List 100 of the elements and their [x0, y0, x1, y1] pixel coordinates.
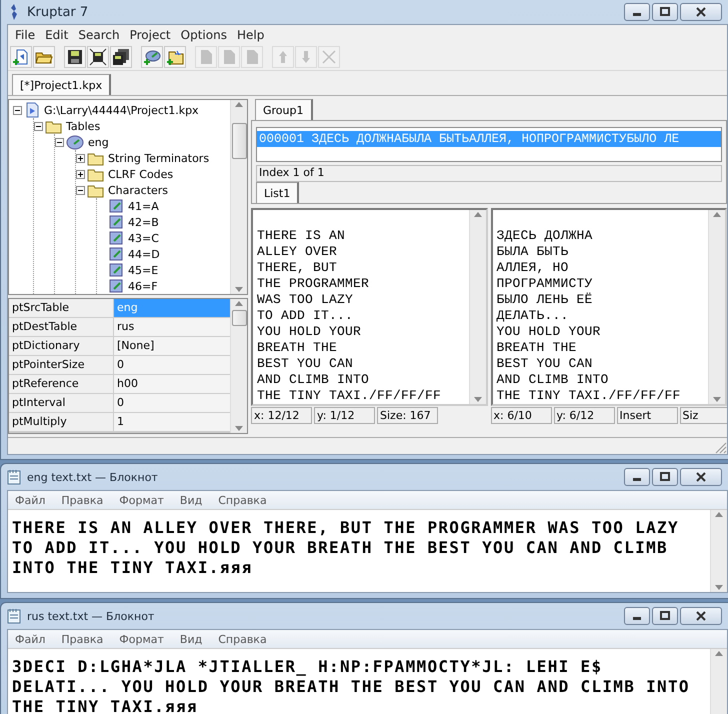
property-name: ptDictionary [9, 337, 113, 355]
property-value[interactable]: rus [114, 318, 230, 336]
maximize-button[interactable] [652, 3, 678, 21]
menu-item[interactable]: Вид [176, 494, 206, 506]
text-editor[interactable]: THERE IS AN ALLEY OVER THERE, BUT THE PROGRAMMER WAS TOO LAZY TO ADD IT... YOU HOLD YOUR BREATH THE BEST YOU CAN AND CLIMB INTO THE TINY TAXI./FF/FF/FF [251, 208, 488, 406]
character-icon [108, 246, 124, 262]
toolbar-button[interactable] [64, 46, 86, 68]
close-button[interactable] [680, 468, 722, 486]
menu-item[interactable]: Формат [116, 632, 167, 646]
group-tab[interactable]: Group1 [255, 99, 312, 120]
toolbar-button[interactable] [141, 46, 163, 68]
expander-icon[interactable] [76, 170, 85, 178]
scrollbar[interactable] [710, 649, 727, 714]
expander-icon[interactable] [55, 138, 64, 146]
text-line: 3DECI D:LGHA*JLA *JTIALLER_ H:NP:FPAMMOCTY*JL: LEHI E$ [12, 657, 604, 677]
folder-icon [87, 182, 104, 198]
table-plus-icon [143, 48, 161, 66]
property-value[interactable]: [None] [114, 337, 230, 355]
scroll-up-icon[interactable] [474, 212, 482, 217]
expander-icon[interactable] [76, 154, 85, 162]
scroll-thumb[interactable] [232, 310, 246, 326]
character-icon [108, 230, 124, 246]
scroll-up-icon[interactable] [713, 212, 721, 217]
text-line: WAS TOO LAZY [257, 292, 354, 308]
property-value[interactable]: 0 [114, 394, 230, 412]
menu-item[interactable]: File [12, 28, 38, 42]
tree-item[interactable]: 43=C [126, 232, 161, 244]
tree-item[interactable]: 44=D [126, 248, 162, 260]
menu-item[interactable]: Правка [58, 494, 106, 506]
menu-item[interactable]: Search [75, 28, 123, 42]
scroll-thumb[interactable] [232, 123, 246, 159]
expander-icon[interactable] [76, 186, 85, 194]
property-name: ptInterval [9, 394, 113, 412]
menu-item[interactable]: Файл [12, 494, 48, 506]
status-field: Size: 167 [377, 407, 438, 424]
scrollbar[interactable] [468, 210, 486, 404]
project-file-icon [24, 102, 40, 118]
scroll-down-icon[interactable] [474, 397, 482, 402]
close-button[interactable] [680, 3, 722, 21]
scroll-up-icon[interactable] [235, 102, 243, 107]
expander-icon[interactable] [13, 106, 22, 114]
scroll-up-icon[interactable] [715, 512, 723, 517]
scrollbar[interactable] [230, 299, 247, 433]
property-value[interactable]: 0 [114, 356, 230, 374]
document-plus-icon [12, 48, 30, 66]
minimize-button[interactable] [624, 3, 650, 21]
tree-item[interactable]: String Terminators [106, 152, 212, 164]
text-editor[interactable]: ЗДЕСЬ ДОЛЖНА БЫЛА БЫТЬ АЛЛЕЯ, НО ПРОГРАММИСТУ БЫЛО ЛЕНЬ ЕЁ ДЕЛАТЬ... YOU HOLD YOUR BREATH THE BEST YOU CAN AND CLIMB INTO THE TINY TAXI./FF/FF/FF [490, 208, 727, 406]
tree-item[interactable]: Tables [64, 120, 102, 132]
tree-item[interactable]: CLRF Codes [106, 168, 176, 180]
maximize-button[interactable] [652, 607, 678, 625]
tree-item[interactable]: G:\Larry\44444\Project1.kpx [42, 104, 201, 116]
menu-item[interactable]: Project [126, 28, 174, 42]
list-tab[interactable]: List1 [256, 182, 300, 203]
menu-item[interactable]: Файл [12, 632, 48, 646]
property-value[interactable]: h00 [114, 375, 230, 393]
text-line: THERE IS AN [257, 228, 346, 244]
scroll-up-icon[interactable] [235, 301, 243, 306]
text-line: BEST YOU CAN [257, 356, 354, 372]
menu-item[interactable]: Формат [116, 494, 167, 506]
scroll-down-icon[interactable] [235, 426, 243, 431]
resize-grip-icon[interactable] [715, 442, 727, 454]
text-area[interactable]: 3DECI D:LGHA*JLA *JTIALLER_ H:NP:FPAMMOCTY*JL: LEHI E$ DELATI... YOU HOLD YOUR BREATH THE BEST YOU CAN AND CLIMB INTO THE TINY TAXI.яяя [8, 648, 727, 714]
status-field: x: 12/12 [251, 407, 312, 424]
tree-item[interactable]: 45=E [126, 264, 160, 276]
scroll-down-icon[interactable] [713, 397, 721, 402]
text-line: YOU HOLD YOUR [257, 324, 362, 340]
property-name: ptPointerSize [9, 356, 113, 374]
tree-item[interactable]: Characters [106, 184, 170, 196]
menu-item[interactable]: Справка [215, 632, 270, 646]
tree-item[interactable]: eng [86, 136, 111, 148]
scrollbar[interactable] [710, 510, 727, 592]
toolbar-button[interactable] [87, 46, 109, 68]
menu-item[interactable]: Options [178, 28, 230, 42]
toolbar-button[interactable] [110, 46, 132, 68]
menu-item[interactable]: Вид [176, 632, 206, 646]
menu-item[interactable]: Help [234, 28, 268, 42]
tree-item[interactable]: 42=B [126, 216, 161, 228]
close-button[interactable] [680, 607, 722, 625]
text-area[interactable]: THERE IS AN ALLEY OVER THERE, BUT THE PROGRAMMER WAS TOO LAZY TO ADD IT... YOU HOLD YOUR BREATH THE BEST YOU CAN AND CLIMB INTO THE TINY TAXI.яяя [8, 509, 727, 592]
table-icon [66, 134, 84, 150]
expander-icon[interactable] [34, 122, 43, 130]
property-value[interactable]: 1 [114, 413, 230, 431]
menu-item[interactable]: Edit [42, 28, 72, 42]
scroll-down-icon[interactable] [715, 585, 723, 590]
scroll-up-icon[interactable] [715, 651, 723, 656]
tree-item[interactable]: 41=A [126, 200, 161, 212]
maximize-button[interactable] [652, 468, 678, 486]
text-line: THE PROGRAMMER [257, 276, 370, 292]
minimize-button[interactable] [624, 607, 650, 625]
character-icon [108, 262, 124, 278]
minimize-button[interactable] [624, 468, 650, 486]
document-tab[interactable]: [*]Project1.kpx [12, 74, 112, 95]
menu-item[interactable]: Правка [58, 632, 106, 646]
menu-item[interactable]: Справка [215, 494, 270, 506]
tree-item[interactable]: 46=F [126, 280, 160, 292]
scrollbar[interactable] [230, 100, 247, 294]
scroll-down-icon[interactable] [235, 287, 243, 292]
folder-plus-icon [166, 48, 184, 66]
scrollbar[interactable] [708, 210, 725, 404]
